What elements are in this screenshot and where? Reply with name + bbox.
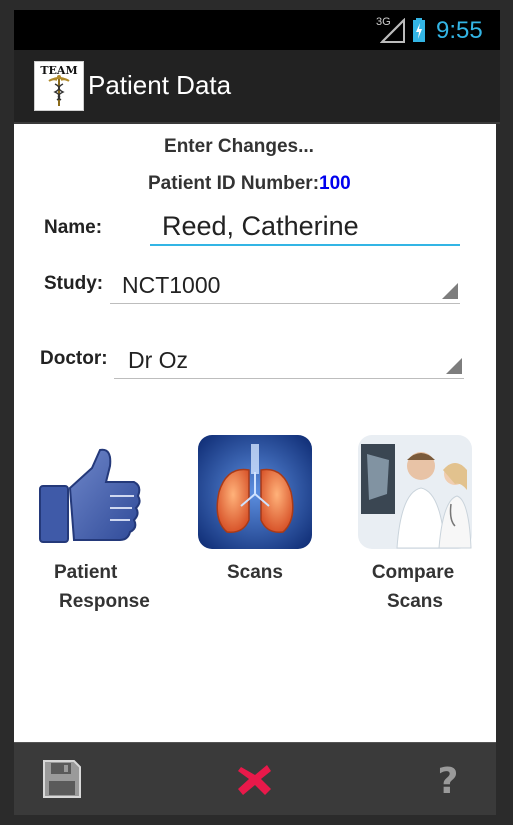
dropdown-arrow-icon bbox=[446, 358, 462, 374]
help-button[interactable]: ? bbox=[426, 757, 470, 802]
svg-text:?: ? bbox=[438, 761, 459, 801]
lungs-scan-icon bbox=[198, 435, 312, 549]
doctor-dropdown[interactable]: Dr Oz bbox=[114, 345, 464, 379]
patient-response-caption: Patient Response bbox=[28, 558, 150, 616]
caption-line-2: Response bbox=[59, 591, 150, 612]
page-title: Patient Data bbox=[88, 70, 232, 100]
name-label: Name: bbox=[44, 217, 103, 238]
scans-caption: Scans bbox=[196, 558, 314, 587]
patient-id-row: Patient ID Number:100 bbox=[148, 173, 351, 195]
caption-line-1: Scans bbox=[227, 562, 283, 583]
bottom-action-bar: ? bbox=[14, 742, 496, 815]
study-label: Study: bbox=[44, 273, 104, 294]
clock: 9:55 bbox=[436, 17, 483, 44]
caption-line-1: Patient bbox=[54, 562, 118, 583]
status-bar: 3G 9:55 bbox=[14, 10, 500, 50]
patient-id-value: 100 bbox=[319, 173, 351, 194]
dropdown-arrow-icon bbox=[442, 283, 458, 299]
battery-charging-icon bbox=[413, 18, 425, 42]
compare-scans-button[interactable]: Compare Scans bbox=[356, 434, 474, 616]
caption-line-2: Scans bbox=[387, 591, 443, 612]
floppy-disk-icon bbox=[43, 760, 81, 798]
form-content: Enter Changes... Patient ID Number:100 N… bbox=[14, 124, 496, 742]
caption-line-1: Compare bbox=[371, 562, 455, 583]
thumbs-up-icon bbox=[39, 448, 141, 543]
signal-icon bbox=[380, 18, 405, 43]
study-dropdown[interactable]: NCT1000 bbox=[110, 270, 460, 304]
patient-response-button[interactable]: Patient Response bbox=[28, 442, 150, 616]
compare-scans-caption: Compare Scans bbox=[356, 558, 474, 616]
action-bar: TEAM Patient Data bbox=[14, 50, 500, 124]
study-selected-value: NCT1000 bbox=[122, 272, 221, 298]
doctors-reviewing-scan-icon bbox=[358, 435, 472, 549]
name-input[interactable] bbox=[150, 208, 460, 246]
scans-button[interactable]: Scans bbox=[196, 434, 314, 587]
cancel-button[interactable] bbox=[233, 757, 277, 801]
question-mark-icon: ? bbox=[438, 761, 459, 802]
caduceus-icon bbox=[48, 75, 70, 106]
red-x-icon bbox=[238, 765, 271, 795]
doctor-label: Doctor: bbox=[40, 348, 108, 369]
doctor-selected-value: Dr Oz bbox=[128, 347, 189, 373]
save-button[interactable] bbox=[40, 757, 84, 801]
app-logo[interactable]: TEAM bbox=[34, 61, 84, 111]
form-heading: Enter Changes... bbox=[164, 136, 314, 157]
patient-id-label: Patient ID Number: bbox=[148, 173, 320, 194]
